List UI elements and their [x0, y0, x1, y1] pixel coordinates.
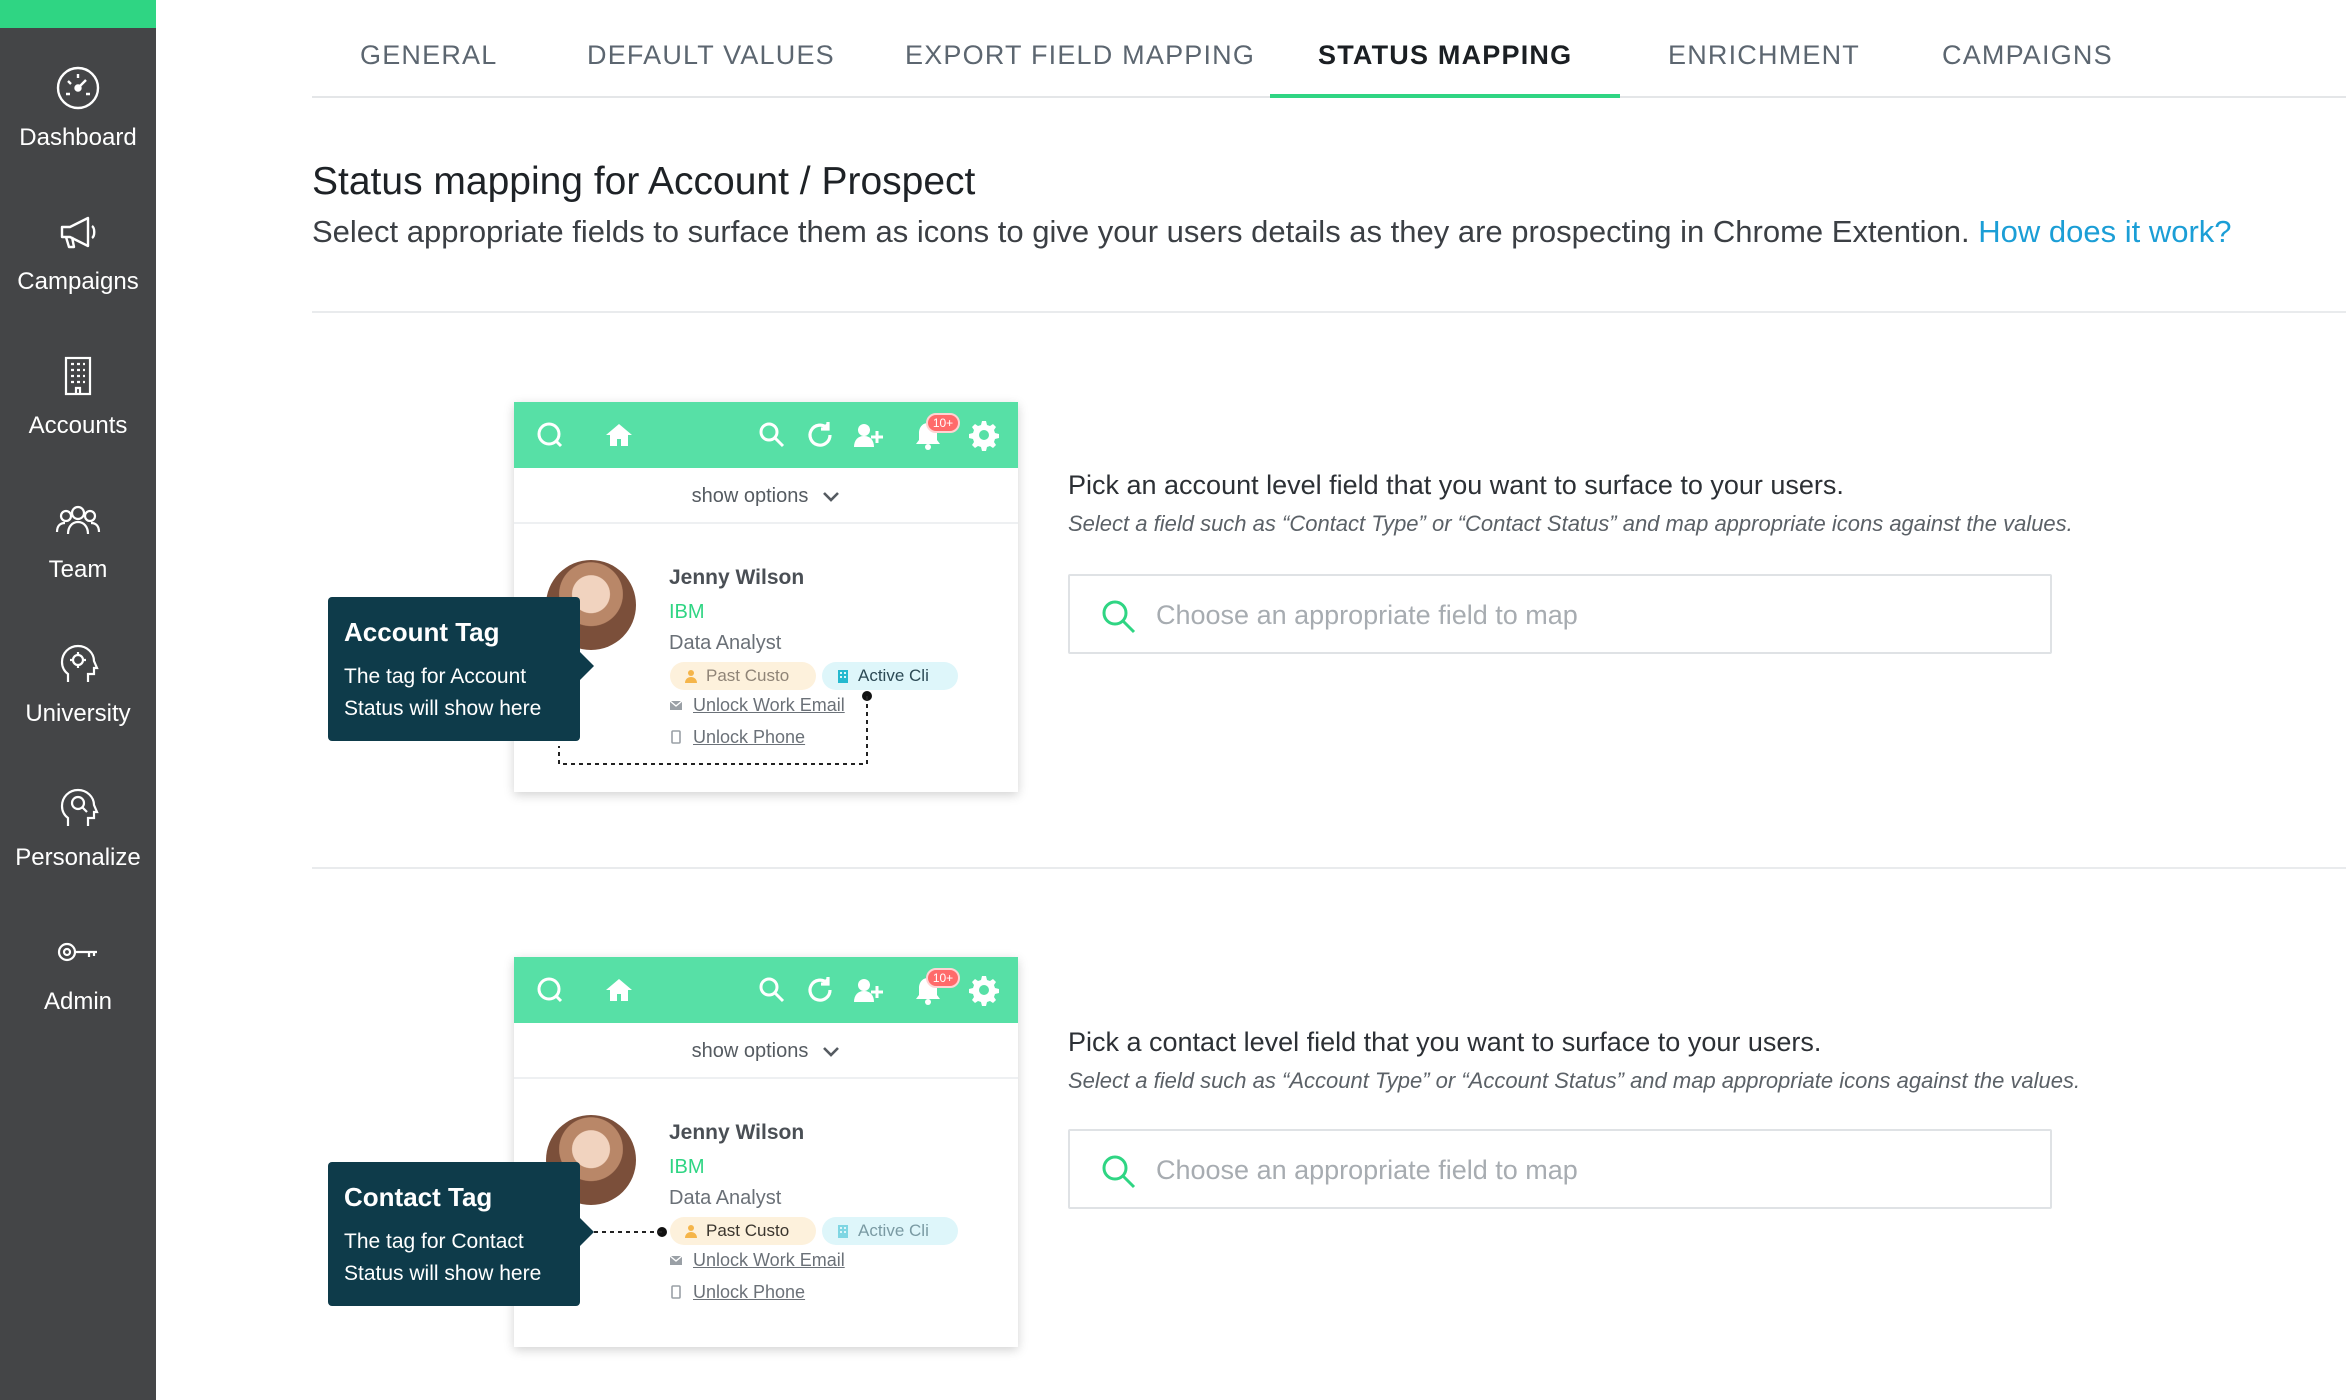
callout-pointer	[580, 652, 594, 680]
account-tag-callout: Account Tag The tag for Account Status w…	[328, 597, 594, 741]
callout-title: Contact Tag	[344, 1182, 493, 1212]
sidebar-item-campaigns[interactable]: Campaigns	[0, 200, 156, 320]
sidebar-item-team[interactable]: Team	[0, 488, 156, 608]
contact-tag-callout: Contact Tag The tag for Contact Status w…	[328, 1162, 594, 1306]
tab-status-mapping[interactable]: STATUS MAPPING	[1318, 40, 1572, 71]
contact-extension-preview: 10+ show options Jenny Wilson IBM Data A…	[514, 957, 1018, 1347]
sidebar-item-admin[interactable]: Admin	[0, 920, 156, 1040]
callout-description: The tag for Account Status will show her…	[344, 665, 542, 720]
sidebar-item-label: Campaigns	[17, 268, 139, 295]
account-field-subtitle: Select a field such as “Contact Type” or…	[1068, 511, 2073, 536]
how-does-it-work-link[interactable]: How does it work?	[1978, 214, 2231, 249]
sidebar-item-label: Personalize	[15, 844, 141, 871]
tab-enrichment[interactable]: ENRICHMENT	[1668, 40, 1860, 71]
tab-general[interactable]: GENERAL	[360, 40, 497, 71]
section-divider	[312, 867, 2346, 869]
sidebar-item-university[interactable]: University	[0, 632, 156, 752]
sidebar-item-personalize[interactable]: Personalize	[0, 776, 156, 896]
building-icon	[64, 356, 92, 396]
contact-field-picker[interactable]	[1068, 1129, 2052, 1209]
settings-tab-bar: GENERAL DEFAULT VALUES EXPORT FIELD MAPP…	[312, 0, 2346, 98]
callout-pointer	[580, 1218, 594, 1246]
contact-field-search-input[interactable]	[1156, 1149, 2016, 1191]
account-extension-preview: 10+ show options Jenny Wilson IBM Data A…	[514, 402, 1018, 792]
account-field-title: Pick an account level field that you wan…	[1068, 470, 1844, 500]
account-field-picker[interactable]	[1068, 574, 2052, 654]
team-icon	[55, 505, 101, 535]
dashboard-gauge-icon	[56, 66, 100, 110]
search-icon	[1102, 1155, 1136, 1189]
tab-default-values[interactable]: DEFAULT VALUES	[587, 40, 835, 71]
sidebar-accent-bar	[0, 0, 156, 28]
sidebar-item-accounts[interactable]: Accounts	[0, 344, 156, 464]
sidebar-item-label: Team	[48, 556, 108, 583]
active-tab-indicator	[1270, 94, 1620, 98]
contact-field-title: Pick a contact level field that you want…	[1068, 1027, 1822, 1057]
sidebar-item-label: Dashboard	[19, 124, 137, 151]
callout-title: Account Tag	[344, 617, 500, 647]
tab-export-field-mapping[interactable]: EXPORT FIELD MAPPING	[905, 40, 1255, 71]
contact-field-subtitle: Select a field such as “Account Type” or…	[1068, 1068, 2081, 1093]
contact-tag-connector	[594, 1227, 667, 1237]
section-divider	[312, 311, 2346, 313]
sidebar-item-label: University	[25, 700, 131, 727]
account-field-search-input[interactable]	[1156, 594, 2016, 636]
head-search-icon	[60, 788, 99, 826]
search-icon	[1102, 600, 1136, 634]
page-title: Status mapping for Account / Prospect	[312, 160, 976, 203]
megaphone-icon	[60, 216, 96, 249]
sidebar-item-dashboard[interactable]: Dashboard	[0, 56, 156, 176]
tab-campaigns[interactable]: CAMPAIGNS	[1942, 40, 2113, 71]
page-subtitle-text: Select appropriate fields to surface the…	[312, 214, 1970, 249]
sidebar-item-label: Accounts	[28, 412, 128, 439]
sidebar: Dashboard Campaigns Accounts Team Univer…	[0, 0, 156, 1400]
page-subtitle: Select appropriate fields to surface the…	[312, 214, 2232, 250]
sidebar-item-label: Admin	[43, 988, 113, 1015]
account-tag-connector	[558, 691, 872, 765]
head-gear-icon	[60, 644, 99, 682]
key-icon	[57, 942, 97, 962]
callout-description: The tag for Contact Status will show her…	[344, 1230, 542, 1285]
